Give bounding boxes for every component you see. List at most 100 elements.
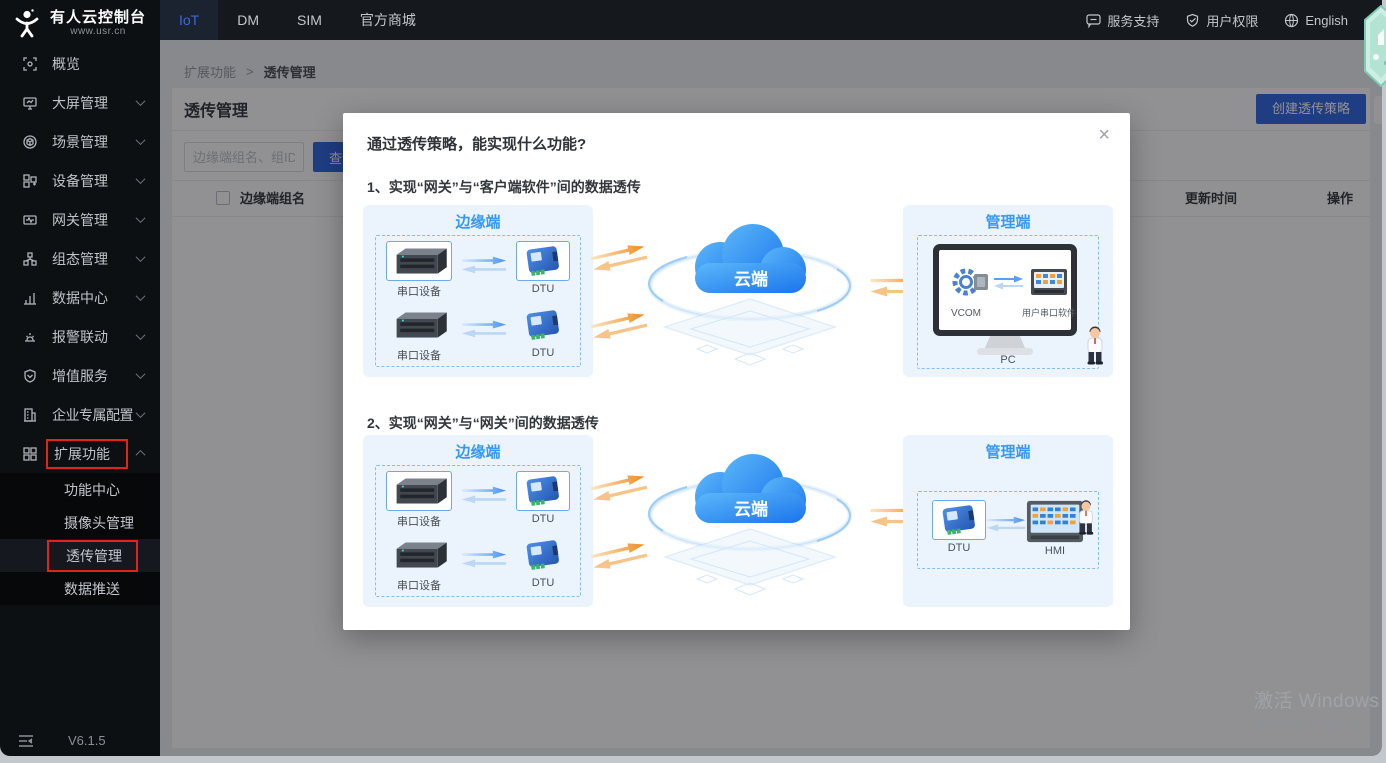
bidirectional-arrow-icon [461, 255, 507, 275]
modal-title: 通过透传策略，能实现什么功能? [367, 133, 586, 154]
sidebar-item-label: 概览 [52, 54, 148, 74]
top-header: IoT DM SIM 官方商城 服务支持 用户权限 English [160, 0, 1382, 40]
edge-dotted-group: 串口设备 DTU 串口设备 [375, 465, 581, 597]
sidebar-item-label: 大屏管理 [52, 93, 137, 113]
pc-monitor-illustration: VCOM 用户串口软件 [930, 242, 1080, 358]
sidebar-item-device[interactable]: 设备管理 [0, 161, 160, 200]
language-label: English [1305, 13, 1348, 28]
enterprise-icon [22, 407, 38, 423]
dtu-label: DTU [948, 542, 971, 554]
dtu-illustration [522, 538, 564, 572]
cloud-illustration: 云端 [625, 435, 875, 610]
chevron-down-icon [136, 291, 146, 301]
submenu-item-function-center[interactable]: 功能中心 [0, 473, 160, 506]
collapse-sidebar-icon[interactable] [18, 734, 34, 748]
logo[interactable]: 有人云控制台 www.usr.cn [0, 0, 160, 44]
manage-panel: 管理端 DTU [903, 435, 1113, 607]
app-window: IoT DM SIM 官方商城 服务支持 用户权限 English 扩展功能 >… [0, 0, 1382, 756]
sidebar-item-label: 数据中心 [52, 288, 137, 308]
sidebar-item-extension[interactable]: 扩展功能 [0, 434, 160, 473]
tab-iot[interactable]: IoT [160, 0, 218, 40]
tab-sim[interactable]: SIM [278, 0, 341, 40]
sidebar-item-label: 增值服务 [52, 366, 137, 386]
serial-device-illustration [389, 308, 449, 342]
bidirectional-arrow-icon [986, 514, 1026, 534]
edge-panel: 边缘端 串口设备 DTU [363, 435, 593, 607]
dtu-label: DTU [532, 347, 555, 359]
sidebar-item-alarm[interactable]: 报警联动 [0, 317, 160, 356]
dtu-device: DTU [516, 535, 570, 589]
serial-device: 串口设备 [386, 241, 452, 299]
manage-dotted-group: VCOM 用户串口软件 PC [917, 235, 1099, 369]
edge-dotted-group: 串口设备 DTU 串口设备 [375, 235, 581, 367]
dtu-label: DTU [532, 513, 555, 525]
dtu-illustration [938, 503, 980, 537]
device-icon [22, 173, 38, 189]
sidebar-item-overview[interactable]: 概览 [0, 44, 160, 83]
serial-device-label: 串口设备 [397, 513, 441, 529]
cloud-label: 云端 [734, 269, 768, 289]
sidebar-item-label: 扩展功能 [54, 446, 110, 462]
chevron-down-icon [136, 174, 146, 184]
globe-icon [1284, 13, 1299, 28]
user-serial-software-label: 用户串口软件 [1022, 307, 1076, 318]
submenu-item-label: 透传管理 [66, 548, 122, 564]
alarm-icon [22, 329, 38, 345]
chevron-down-icon [136, 96, 146, 106]
sidebar-item-bigscreen[interactable]: 大屏管理 [0, 83, 160, 122]
submenu-item-camera-management[interactable]: 摄像头管理 [0, 506, 160, 539]
sidebar-item-label: 网关管理 [52, 210, 137, 230]
cloud-label: 云端 [734, 499, 768, 519]
shield-icon [1185, 13, 1200, 28]
usr-person-logo-icon [12, 8, 42, 38]
sidebar-item-enterprise-config[interactable]: 企业专属配置 [0, 395, 160, 434]
user-permission-label: 用户权限 [1206, 11, 1258, 30]
sidebar-item-gateway[interactable]: 网关管理 [0, 200, 160, 239]
pc-label: PC [918, 354, 1098, 366]
extension-submenu: 功能中心 摄像头管理 透传管理 数据推送 [0, 473, 160, 605]
sidebar-item-value-service[interactable]: 增值服务 [0, 356, 160, 395]
submenu-item-label: 摄像头管理 [64, 513, 134, 533]
serial-device: 串口设备 [386, 305, 452, 363]
dtu-label: DTU [532, 577, 555, 589]
floating-gem-badge-icon[interactable] [1364, 5, 1386, 87]
bidirectional-arrow-icon [461, 319, 507, 339]
dtu-device: DTU [516, 241, 570, 295]
dtu-illustration [522, 474, 564, 508]
annotation-red-box: 扩展功能 [46, 439, 128, 469]
serial-device-illustration [389, 244, 449, 278]
language-switch-link[interactable]: English [1284, 13, 1348, 28]
diagram-gateway-to-gateway: 边缘端 串口设备 DTU [363, 435, 1110, 607]
screen-frame: IoT DM SIM 官方商城 服务支持 用户权限 English 扩展功能 >… [0, 0, 1386, 763]
chevron-down-icon [136, 408, 146, 418]
tab-official-store[interactable]: 官方商城 [341, 0, 435, 40]
edge-panel-title: 边缘端 [363, 435, 593, 462]
sidebar-item-label: 企业专属配置 [52, 405, 137, 425]
sidebar-item-scene[interactable]: 场景管理 [0, 122, 160, 161]
close-icon[interactable]: × [1098, 125, 1110, 145]
extension-icon [22, 446, 38, 462]
user-permission-link[interactable]: 用户权限 [1185, 11, 1258, 30]
sidebar-item-label: 设备管理 [52, 171, 137, 191]
datacenter-icon [22, 290, 38, 306]
tab-dm[interactable]: DM [218, 0, 278, 40]
chevron-down-icon [136, 330, 146, 340]
submenu-item-label: 数据推送 [64, 579, 120, 599]
sidebar: 有人云控制台 www.usr.cn 概览 大屏管理 场景管理 设备管理 网关管理 [0, 0, 160, 756]
sidebar-item-label: 组态管理 [52, 249, 137, 269]
sidebar-item-datacenter[interactable]: 数据中心 [0, 278, 160, 317]
sidebar-item-topology[interactable]: 组态管理 [0, 239, 160, 278]
submenu-item-label: 功能中心 [64, 480, 120, 500]
submenu-item-data-push[interactable]: 数据推送 [0, 572, 160, 605]
chevron-down-icon [136, 252, 146, 262]
manage-panel: 管理端 [903, 205, 1113, 377]
dtu-illustration [522, 308, 564, 342]
service-support-label: 服务支持 [1107, 11, 1159, 30]
edge-panel-title: 边缘端 [363, 205, 593, 232]
sidebar-item-label: 场景管理 [52, 132, 137, 152]
annotation-red-box: 透传管理 [47, 540, 138, 572]
sidebar-footer: V6.1.5 [0, 733, 160, 748]
service-support-link[interactable]: 服务支持 [1086, 11, 1159, 30]
submenu-item-passthrough-management[interactable]: 透传管理 [0, 539, 160, 572]
dtu-device: DTU [516, 471, 570, 525]
